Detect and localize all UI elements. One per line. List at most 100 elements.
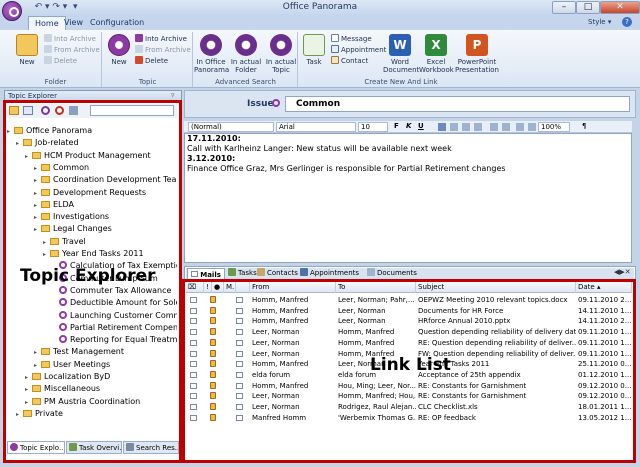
new-topic-button[interactable]: New xyxy=(105,34,133,66)
topic-into-archive-button[interactable]: Into Archive xyxy=(135,34,187,44)
new-powerpoint-button[interactable]: P PowerPoint Presentation xyxy=(455,34,499,74)
col-subject[interactable]: Subject xyxy=(416,282,576,293)
tree-item[interactable]: ▸ Common xyxy=(34,162,89,173)
help-icon[interactable]: ? xyxy=(622,17,632,27)
tree-item[interactable]: ▸ Legal Changes xyxy=(34,223,112,234)
tree-item[interactable]: ▸ Miscellaneous xyxy=(25,383,100,394)
align-left-icon[interactable] xyxy=(438,123,446,131)
tab-documents[interactable]: Documents xyxy=(364,268,420,279)
pin-panel-icon[interactable]: ▿ xyxy=(171,91,175,99)
col-date[interactable]: Date ▴ xyxy=(576,282,632,293)
tree-item[interactable]: Launching Customer Communication xyxy=(52,310,177,321)
search-office-panorama-button[interactable]: In Office Panorama xyxy=(194,34,229,74)
expand-icon[interactable]: ▸ xyxy=(7,126,14,137)
table-row[interactable]: Leer, Norman Homm, Manfred; Hou,... RE: Co… xyxy=(186,391,632,402)
zoom-select[interactable]: 100% xyxy=(538,122,570,132)
font-size-select[interactable]: 10 xyxy=(358,122,388,132)
minimize-button[interactable]: – xyxy=(552,1,576,14)
folder-delete-button[interactable]: Delete xyxy=(44,56,77,66)
tree-item[interactable]: ▸ Travel xyxy=(43,236,86,247)
expand-icon[interactable]: ▸ xyxy=(43,237,50,248)
folder-into-archive-button[interactable]: Into Archive xyxy=(44,34,96,44)
indent-icon[interactable] xyxy=(516,123,524,131)
table-row[interactable]: Leer, Norman Homm, Manfred RE: Question de… xyxy=(186,338,632,349)
tree-item[interactable]: Deductible Amount for Sole Earner xyxy=(52,297,177,308)
tab-search-results[interactable]: Search Res... xyxy=(123,441,179,454)
tree-item[interactable]: ▸ Localization ByD xyxy=(25,371,110,382)
table-row[interactable]: Manfred Homm 'Werbemix Thomas G... RE: OP … xyxy=(186,413,632,424)
topic-delete-button[interactable]: Delete xyxy=(135,56,168,66)
filter-icon[interactable] xyxy=(69,106,78,115)
expand-icon[interactable]: ▸ xyxy=(25,372,32,383)
expand-icon[interactable]: ▸ xyxy=(25,384,32,395)
tree-item[interactable]: ▸ PM Austria Coordination xyxy=(25,396,140,407)
col-type[interactable]: ● xyxy=(212,282,224,293)
col-importance[interactable]: ! xyxy=(204,282,212,293)
expand-icon[interactable]: ▸ xyxy=(34,200,41,211)
new-task-button[interactable]: Task xyxy=(301,34,327,66)
tree-item[interactable]: Reporting for Equal Treatment xyxy=(52,334,177,345)
tree-item[interactable]: ▸ Test Management xyxy=(34,346,124,357)
font-select[interactable]: Arial xyxy=(276,122,356,132)
close-button[interactable]: ✕ xyxy=(600,1,640,14)
tree-item[interactable]: ▸ HCM Product Management xyxy=(25,150,151,161)
tree-item[interactable]: ▸ Development Requests xyxy=(34,187,146,198)
tree-item[interactable]: ▸ Investigations xyxy=(34,211,109,222)
expand-icon[interactable]: ▸ xyxy=(34,347,41,358)
view-icon[interactable] xyxy=(23,106,33,115)
tree-item[interactable]: ▸ Private xyxy=(16,408,63,419)
expand-icon[interactable]: ▸ xyxy=(16,409,23,420)
justify-icon[interactable] xyxy=(474,123,482,131)
align-right-icon[interactable] xyxy=(462,123,470,131)
refresh-icon[interactable] xyxy=(41,106,50,115)
new-folder-icon[interactable] xyxy=(9,106,19,115)
table-row[interactable]: Leer, Norman Homm, Manfred Question depend… xyxy=(186,327,632,338)
numbering-icon[interactable] xyxy=(502,123,510,131)
new-contact-button[interactable]: Contact xyxy=(331,56,368,66)
tree-item[interactable]: ▸ Job-related xyxy=(16,137,79,148)
tab-task-overview[interactable]: Task Overvi... xyxy=(66,441,122,454)
new-excel-workbook-button[interactable]: X Excel Workbook xyxy=(419,34,454,74)
style-menu[interactable]: Style ▾ xyxy=(588,18,611,26)
expand-icon[interactable]: ▸ xyxy=(34,175,41,186)
expand-icon[interactable]: ▸ xyxy=(34,188,41,199)
topic-icon[interactable] xyxy=(55,106,64,115)
folder-from-archive-button[interactable]: From Archive xyxy=(44,45,100,55)
col-to[interactable]: To xyxy=(336,282,416,293)
table-row[interactable]: Leer, Norman Rodrigez, Raul Alejan... CLC … xyxy=(186,402,632,413)
panel-controls-icon[interactable]: ◀▶✕ xyxy=(614,268,631,276)
tree-item[interactable]: ▸ ELDA xyxy=(34,199,74,210)
table-row[interactable]: Homm, Manfred Leer, Norman HRforce Annual … xyxy=(186,316,632,327)
search-actual-folder-button[interactable]: In actual Folder xyxy=(229,34,263,74)
col-flag[interactable] xyxy=(236,282,250,293)
col-from[interactable]: From xyxy=(250,282,336,293)
expand-icon[interactable]: ▸ xyxy=(34,163,41,174)
table-row[interactable]: Homm, Manfred Leer, Norman; Pahr,... OEPWZ… xyxy=(186,295,632,306)
app-menu-icon[interactable] xyxy=(2,1,22,21)
tab-configuration[interactable]: Configuration xyxy=(84,16,150,30)
align-center-icon[interactable] xyxy=(450,123,458,131)
tree-item[interactable]: ▸ User Meetings xyxy=(34,359,110,370)
expand-icon[interactable]: ▸ xyxy=(43,249,50,260)
expand-icon[interactable]: ▸ xyxy=(34,360,41,371)
explorer-search-input[interactable] xyxy=(90,105,174,116)
maximize-button[interactable]: □ xyxy=(576,1,600,14)
new-appointment-button[interactable]: Appointment xyxy=(331,45,386,55)
new-folder-button[interactable]: New xyxy=(12,34,42,66)
tree-item[interactable]: Partial Retirement Compensation xyxy=(52,322,177,333)
expand-icon[interactable]: ▸ xyxy=(34,212,41,223)
expand-icon[interactable]: ▸ xyxy=(16,138,23,149)
paragraph-marks-icon[interactable]: ¶ xyxy=(582,122,586,130)
table-row[interactable]: Homm, Manfred Hou, Ming; Leer, Nor... RE: … xyxy=(186,381,632,392)
tab-mails[interactable]: Mails xyxy=(187,268,225,279)
expand-icon[interactable]: ▸ xyxy=(25,397,32,408)
col-attachment[interactable]: ⌧ xyxy=(186,282,204,293)
tree-item[interactable]: ▸ Coordination Development Team xyxy=(34,174,177,185)
table-row[interactable]: Homm, Manfred Leer, Norman Documents for H… xyxy=(186,306,632,317)
tab-topic-explorer[interactable]: Topic Explo... xyxy=(7,441,65,454)
expand-icon[interactable]: ▸ xyxy=(25,151,32,162)
underline-icon[interactable]: U xyxy=(418,122,424,130)
expand-icon[interactable]: ▸ xyxy=(34,224,41,235)
tree-item[interactable]: ▸ Office Panorama xyxy=(7,125,92,136)
bold-icon[interactable]: F xyxy=(394,122,399,130)
